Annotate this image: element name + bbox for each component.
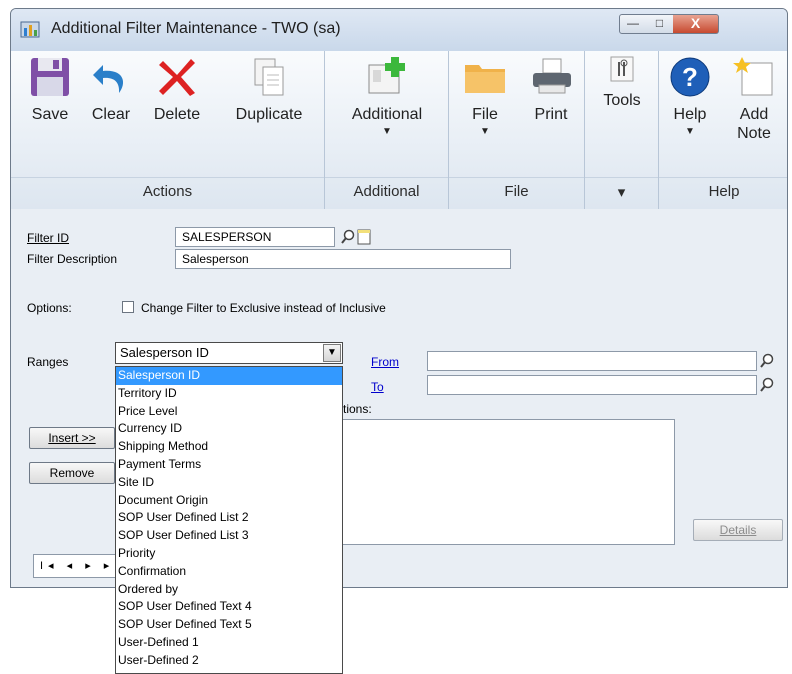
group-actions: Save Clear Delete Duplicate Actions [11, 51, 325, 209]
ranges-option[interactable]: Price Level [116, 403, 342, 421]
ranges-option[interactable]: Site ID [116, 474, 342, 492]
from-lookup-icon[interactable] [759, 353, 775, 369]
title-bar[interactable]: Additional Filter Maintenance - TWO (sa)… [11, 9, 787, 51]
ranges-combobox[interactable]: Salesperson ID ▼ [115, 342, 343, 364]
to-input[interactable] [427, 375, 757, 395]
tools-icon [610, 56, 634, 82]
file-label: File [472, 106, 498, 123]
group-additional: Additional ▼ Additional [325, 51, 449, 209]
filter-id-input[interactable]: SALESPERSON [175, 227, 335, 247]
print-button[interactable]: Print [527, 55, 575, 124]
group-help: ? Help ▼ Add Note Help [659, 51, 787, 209]
ranges-option[interactable]: User-Defined 1 [116, 634, 342, 652]
add-note-icon [733, 57, 773, 96]
add-note-button[interactable]: Add Note [725, 55, 783, 143]
ranges-option[interactable]: Confirmation [116, 563, 342, 581]
ranges-option[interactable]: Salesperson ID [116, 367, 342, 385]
ranges-option[interactable]: Document Origin [116, 492, 342, 510]
window-title: Additional Filter Maintenance - TWO (sa) [51, 20, 341, 37]
folder-icon [465, 65, 505, 93]
ranges-dropdown-button[interactable]: ▼ [323, 344, 341, 362]
tools-group-options-arrow[interactable]: ▾ [585, 177, 658, 203]
ranges-option[interactable]: Priority [116, 545, 342, 563]
ranges-option[interactable]: SOP User Defined List 3 [116, 527, 342, 545]
ranges-option[interactable]: User-Defined 2 [116, 652, 342, 670]
tools-button[interactable]: Tools [595, 55, 649, 110]
insert-button[interactable]: Insert >> [29, 427, 115, 449]
clear-button[interactable]: Clear [85, 55, 137, 124]
ranges-option[interactable]: Payment Terms [116, 456, 342, 474]
ranges-option[interactable]: Ordered by [116, 581, 342, 599]
help-button[interactable]: ? Help ▼ [665, 55, 715, 137]
to-link[interactable]: To [371, 380, 384, 394]
filter-id-label[interactable]: Filter ID [27, 231, 69, 245]
group-tools: Tools ▾ [585, 51, 659, 209]
duplicate-button[interactable]: Duplicate [223, 55, 315, 124]
file-dropdown-arrow: ▼ [480, 126, 490, 137]
additional-button[interactable]: Additional ▼ [337, 55, 437, 137]
help-icon: ? [670, 57, 710, 97]
exclusive-checkbox-label[interactable]: Change Filter to Exclusive instead of In… [141, 301, 386, 315]
delete-label: Delete [153, 106, 201, 123]
undo-icon [93, 65, 124, 93]
filter-description-input[interactable]: Salesperson [175, 249, 511, 269]
help-label: Help [673, 106, 707, 123]
new-note-icon[interactable] [356, 229, 372, 245]
delete-button[interactable]: Delete [147, 55, 207, 124]
additional-label: Additional [351, 106, 423, 123]
save-icon [31, 58, 69, 96]
lookup-icon[interactable] [340, 229, 356, 245]
ranges-option[interactable]: SOP User Defined List 2 [116, 509, 342, 527]
add-note-label-line1: Add [739, 106, 769, 123]
details-button-label: Details [719, 523, 757, 537]
insert-button-label: Insert >> [48, 431, 96, 445]
printer-icon [533, 58, 571, 94]
details-button[interactable]: Details [693, 519, 783, 541]
save-button[interactable]: Save [25, 55, 75, 124]
minimize-button[interactable]: — [619, 14, 647, 34]
clear-label: Clear [91, 106, 131, 123]
group-label-actions: Actions [11, 177, 324, 203]
ranges-dropdown-list: Salesperson ID Territory ID Price Level Cur… [115, 366, 343, 674]
app-icon [20, 21, 40, 38]
ranges-option[interactable]: Shipping Method [116, 438, 342, 456]
save-label: Save [31, 106, 69, 123]
filter-description-label: Filter Description [27, 252, 118, 266]
restrictions-label: tions: [343, 402, 372, 416]
help-dropdown-arrow: ▼ [685, 126, 695, 137]
add-note-label-line2: Note [737, 125, 771, 142]
exclusive-checkbox[interactable] [122, 301, 134, 313]
from-input[interactable] [427, 351, 757, 371]
file-button[interactable]: File ▼ [463, 55, 507, 137]
to-lookup-icon[interactable] [759, 377, 775, 393]
group-label-file: File [449, 177, 584, 203]
group-label-help: Help [659, 177, 787, 203]
maximize-button[interactable]: □ [646, 14, 674, 34]
additional-window-icon [368, 57, 405, 94]
tools-label: Tools [603, 92, 641, 109]
group-file: File ▼ Print File [449, 51, 585, 209]
ranges-option[interactable]: Currency ID [116, 420, 342, 438]
additional-dropdown-arrow: ▼ [382, 126, 392, 137]
ranges-selected-value: Salesperson ID [120, 345, 209, 360]
duplicate-icon [254, 58, 284, 96]
from-link[interactable]: From [371, 355, 399, 369]
ribbon: Save Clear Delete Duplicate Actions Addi… [11, 51, 787, 210]
duplicate-label: Duplicate [235, 106, 303, 123]
ranges-option[interactable]: SOP User Defined Text 5 [116, 616, 342, 634]
restrictions-list[interactable] [333, 419, 675, 545]
remove-button-label: Remove [49, 466, 95, 480]
remove-button[interactable]: Remove [29, 462, 115, 484]
group-label-additional: Additional [325, 177, 448, 203]
ranges-option[interactable]: Territory ID [116, 385, 342, 403]
ranges-label: Ranges [27, 355, 69, 369]
print-label: Print [534, 106, 568, 123]
svg-text:?: ? [682, 62, 698, 92]
options-label: Options: [27, 301, 72, 315]
close-button[interactable]: X [673, 14, 719, 34]
ranges-option[interactable]: SOP User Defined Text 4 [116, 598, 342, 616]
delete-x-icon [159, 59, 195, 96]
